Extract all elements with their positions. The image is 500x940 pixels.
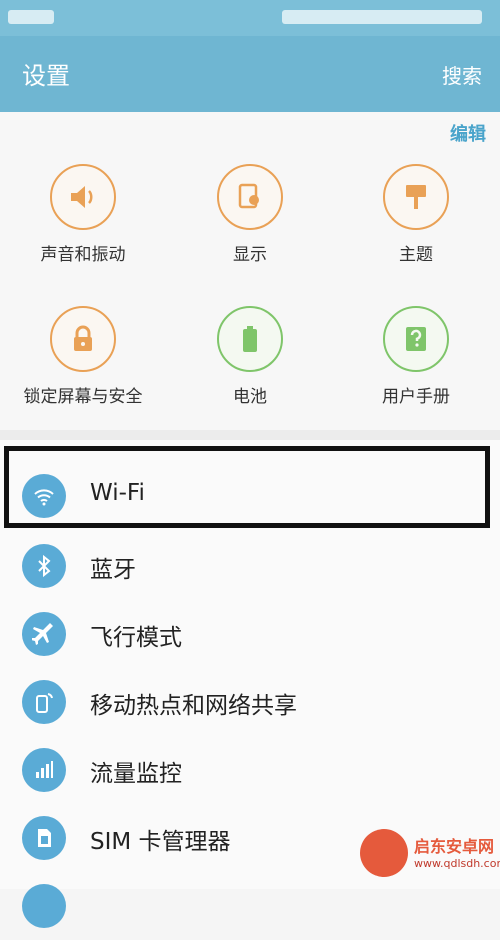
tile-lock-security[interactable]: 锁定屏幕与安全 <box>3 306 163 426</box>
settings-list: Wi-Fi 蓝牙 飞行模式 移动热点和网络共享 流量监控 SIM 卡管理器 <box>0 440 500 928</box>
speaker-icon <box>50 164 116 230</box>
watermark-url: www.qdlsdh.com <box>414 857 500 870</box>
list-item-hotspot[interactable]: 移动热点和网络共享 <box>0 668 500 736</box>
help-book-icon <box>383 306 449 372</box>
status-bar-right-blur <box>282 10 482 24</box>
list-item-partial[interactable] <box>0 872 500 940</box>
edit-button[interactable]: 编辑 <box>450 120 486 146</box>
bluetooth-icon <box>22 544 66 588</box>
wifi-icon <box>22 474 66 518</box>
paintbrush-icon <box>383 164 449 230</box>
tile-label: 用户手册 <box>382 387 450 407</box>
airplane-icon <box>22 612 66 656</box>
list-item-label: 流量监控 <box>90 761 182 787</box>
tile-label: 锁定屏幕与安全 <box>23 387 143 407</box>
tile-battery[interactable]: 电池 <box>170 306 330 426</box>
search-button[interactable]: 搜索 <box>442 60 482 89</box>
list-item-label: Wi-Fi <box>90 480 145 506</box>
display-icon <box>217 164 283 230</box>
list-item-label: SIM 卡管理器 <box>90 829 231 855</box>
watermark-brand: 启东安卓网 <box>414 837 495 856</box>
watermark-logo <box>360 829 408 877</box>
tile-label: 主题 <box>399 245 433 265</box>
sim-card-icon <box>22 816 66 860</box>
tile-label: 显示 <box>233 245 267 265</box>
list-item-airplane-mode[interactable]: 飞行模式 <box>0 600 500 668</box>
tile-display[interactable]: 显示 <box>170 164 330 284</box>
status-bar <box>0 0 500 36</box>
tile-user-manual[interactable]: 用户手册 <box>336 306 496 426</box>
tile-label: 电池 <box>233 387 267 407</box>
hotspot-icon <box>22 680 66 724</box>
status-bar-left-blur <box>8 10 54 24</box>
list-item-wifi[interactable]: Wi-Fi <box>0 462 500 530</box>
lock-icon <box>50 306 116 372</box>
data-usage-icon <box>22 748 66 792</box>
tile-label: 声音和振动 <box>40 245 126 265</box>
battery-icon <box>217 306 283 372</box>
quick-settings-grid: 编辑 声音和振动 显示 主题 锁定屏幕与安全 电池 用户手册 <box>0 112 500 430</box>
tile-theme[interactable]: 主题 <box>336 164 496 284</box>
tile-sound-vibration[interactable]: 声音和振动 <box>3 164 163 284</box>
watermark: 启东安卓网 www.qdlsdh.com <box>360 829 500 881</box>
list-item-bluetooth[interactable]: 蓝牙 <box>0 532 500 600</box>
list-item-label: 移动热点和网络共享 <box>90 693 297 719</box>
page-title: 设置 <box>22 62 70 90</box>
section-divider <box>0 430 500 440</box>
list-item-label: 飞行模式 <box>90 625 182 651</box>
list-item-label: 蓝牙 <box>90 557 136 583</box>
list-item-data-usage[interactable]: 流量监控 <box>0 736 500 804</box>
partial-row-icon <box>22 884 66 928</box>
app-bar: 设置 搜索 <box>0 36 500 112</box>
